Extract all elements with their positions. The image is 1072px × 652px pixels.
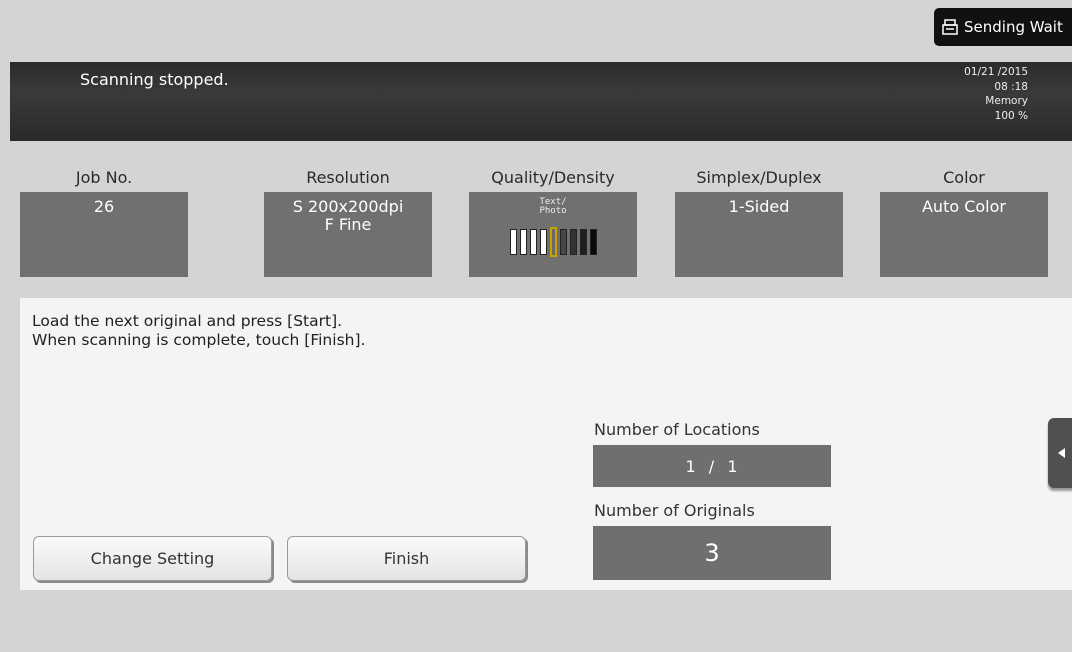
simplex-duplex-box: 1-Sided	[675, 192, 843, 277]
sending-wait-label: Sending Wait	[964, 18, 1063, 36]
density-level-indicator	[469, 227, 637, 257]
arrow-left-icon	[1058, 448, 1065, 458]
density-segment	[549, 227, 557, 257]
setting-resolution: Resolution S 200x200dpi F Fine	[264, 166, 432, 277]
quality-density-box: Text/ Photo	[469, 192, 637, 277]
scan-status-message: Scanning stopped.	[80, 70, 229, 89]
job-no-box: 26	[20, 192, 188, 277]
finish-button[interactable]: Finish	[287, 536, 526, 581]
main-panel: Load the next original and press [Start]…	[20, 298, 1072, 590]
instructions: Load the next original and press [Start]…	[32, 312, 365, 350]
setting-job-no: Job No. 26	[20, 166, 188, 277]
resolution-box: S 200x200dpi F Fine	[264, 192, 432, 277]
originals-value: 3	[704, 539, 720, 567]
side-panel-toggle[interactable]	[1048, 418, 1072, 488]
time-display: 08 :18	[994, 80, 1028, 93]
resolution-value-line1: S 200x200dpi	[292, 197, 404, 216]
header-info: 01/21 /2015 08 :18 Memory 100 %	[964, 65, 1028, 123]
originals-count: 3	[593, 526, 831, 580]
instruction-line-2: When scanning is complete, touch [Finish…	[32, 331, 366, 349]
resolution-value-line2: F Fine	[324, 215, 372, 234]
date-display: 01/21 /2015	[964, 66, 1028, 78]
memory-label: Memory	[985, 95, 1028, 107]
simplex-duplex-value: 1-Sided	[728, 197, 790, 216]
color-label: Color	[943, 168, 985, 187]
color-box: Auto Color	[880, 192, 1048, 277]
density-segment	[559, 229, 567, 255]
instruction-line-1: Load the next original and press [Start]…	[32, 312, 343, 330]
locations-value: 1 / 1	[685, 456, 739, 476]
density-segment	[569, 229, 577, 255]
job-no-value: 26	[93, 197, 115, 216]
quality-density-label: Quality/Density	[491, 168, 615, 187]
locations-label: Number of Locations	[594, 420, 760, 439]
density-segment	[519, 229, 527, 255]
originals-label: Number of Originals	[594, 501, 755, 520]
setting-color: Color Auto Color	[880, 166, 1048, 277]
density-segment	[509, 229, 517, 255]
sending-wait-status[interactable]: Sending Wait	[934, 8, 1072, 46]
memory-value: 100 %	[994, 109, 1028, 122]
density-segment	[579, 229, 587, 255]
change-setting-button[interactable]: Change Setting	[33, 536, 272, 581]
color-value: Auto Color	[921, 197, 1006, 216]
density-segment	[529, 229, 537, 255]
status-header: Scanning stopped. 01/21 /2015 08 :18 Mem…	[10, 62, 1072, 141]
resolution-label: Resolution	[306, 168, 390, 187]
fax-icon	[942, 19, 958, 35]
simplex-duplex-label: Simplex/Duplex	[696, 168, 822, 187]
locations-count: 1 / 1	[593, 445, 831, 487]
density-segment	[539, 229, 547, 255]
setting-quality-density: Quality/Density Text/ Photo	[469, 166, 637, 277]
density-segment	[589, 229, 597, 255]
job-no-label: Job No.	[75, 168, 133, 187]
setting-simplex-duplex: Simplex/Duplex 1-Sided	[675, 166, 843, 277]
quality-mode-line2: Photo	[539, 206, 567, 216]
